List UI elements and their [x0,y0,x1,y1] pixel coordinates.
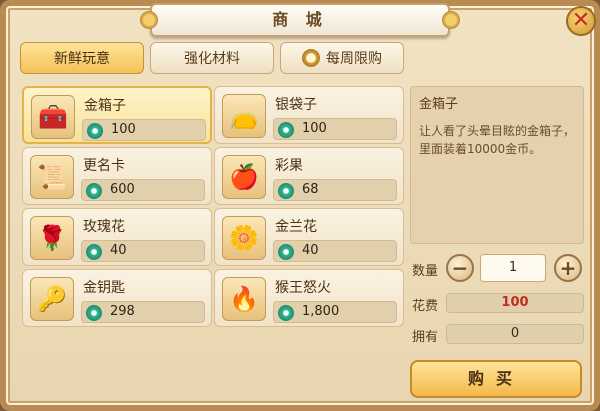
item-price: 1,800 [302,304,340,319]
currency-icon [86,244,102,260]
title-banner: 商 城 [140,3,460,37]
price-bar: 68 [273,179,397,201]
item-grid: 🧰 金箱子 100 👝 银袋子 100 📜 更名卡 600 🍎 彩果 68 🌹 [18,83,404,329]
shop-item-monkey-king-fury[interactable]: 🔥 猴王怒火 1,800 [214,269,404,327]
close-icon: ✕ [571,8,591,33]
tab-label: 强化材料 [184,51,240,67]
silver-bag-icon: 👝 [222,94,266,138]
item-price: 68 [302,182,319,197]
owned-label: 拥有 [412,330,439,345]
shop-item-rename-card[interactable]: 📜 更名卡 600 [22,147,212,205]
currency-icon [278,305,294,321]
window-title: 商 城 [272,10,328,29]
price-bar: 100 [82,119,206,141]
cost-label: 花费 [412,299,439,314]
currency-icon [86,305,102,321]
rose-icon: 🌹 [30,216,74,260]
item-detail-panel: 金箱子 让人看了头晕目眩的金箱子，里面装着10000金币。 [410,86,584,244]
currency-icon [87,123,103,139]
color-fruit-icon: 🍎 [222,155,266,199]
increase-quantity-button[interactable]: + [554,254,582,282]
item-name: 金兰花 [275,219,317,235]
shop-item-gold-chest[interactable]: 🧰 金箱子 100 [22,86,212,144]
cost-value: 100 [446,293,584,313]
banner-ornament-left [140,11,158,29]
plus-icon: + [559,256,577,280]
rename-card-icon: 📜 [30,155,74,199]
item-price: 600 [110,182,135,197]
shop-item-rose[interactable]: 🌹 玫瑰花 40 [22,208,212,266]
shop-item-golden-orchid[interactable]: 🌼 金兰花 40 [214,208,404,266]
minus-icon: − [451,256,469,280]
close-button[interactable]: ✕ [566,6,596,36]
item-name: 更名卡 [83,158,125,174]
item-name: 猴王怒火 [275,280,331,296]
golden-orchid-icon: 🌼 [222,216,266,260]
item-price: 100 [302,121,327,136]
quantity-input[interactable]: 1 [480,254,546,282]
tab-label: 每周限购 [326,51,382,67]
price-bar: 100 [273,118,397,140]
clock-icon [302,49,320,67]
price-bar: 298 [81,301,205,323]
tab-enhance-materials[interactable]: 强化材料 [150,42,274,74]
currency-icon [278,122,294,138]
detail-title: 金箱子 [419,97,459,112]
price-bar: 40 [81,240,205,262]
item-name: 彩果 [275,158,303,174]
gold-chest-icon: 🧰 [31,95,75,139]
price-bar: 1,800 [273,301,397,323]
price-bar: 600 [81,179,205,201]
item-name: 玫瑰花 [83,219,125,235]
item-price: 100 [111,122,136,137]
currency-icon [86,183,102,199]
decrease-quantity-button[interactable]: − [446,254,474,282]
item-price: 298 [110,304,135,319]
item-price: 40 [302,243,319,258]
banner-ornament-right [442,11,460,29]
golden-key-icon: 🔑 [30,277,74,321]
quantity-label: 数量 [412,264,439,279]
tab-new-items[interactable]: 新鲜玩意 [20,42,144,74]
shop-item-silver-bag[interactable]: 👝 银袋子 100 [214,86,404,144]
item-name: 金钥匙 [83,280,125,296]
tab-label: 新鲜玩意 [54,51,110,67]
item-price: 40 [110,243,127,258]
currency-icon [278,183,294,199]
tab-weekly-limited[interactable]: 每周限购 [280,42,404,74]
price-bar: 40 [273,240,397,262]
currency-icon [278,244,294,260]
shop-item-color-fruit[interactable]: 🍎 彩果 68 [214,147,404,205]
item-name: 银袋子 [275,97,317,113]
buy-button[interactable]: 购买 [410,360,582,398]
detail-description: 让人看了头晕目眩的金箱子，里面装着10000金币。 [419,124,576,156]
monkey-king-fury-icon: 🔥 [222,277,266,321]
item-name: 金箱子 [84,98,126,114]
owned-value: 0 [446,324,584,344]
tab-bar: 新鲜玩意 强化材料 每周限购 [20,42,404,74]
shop-item-golden-key[interactable]: 🔑 金钥匙 298 [22,269,212,327]
